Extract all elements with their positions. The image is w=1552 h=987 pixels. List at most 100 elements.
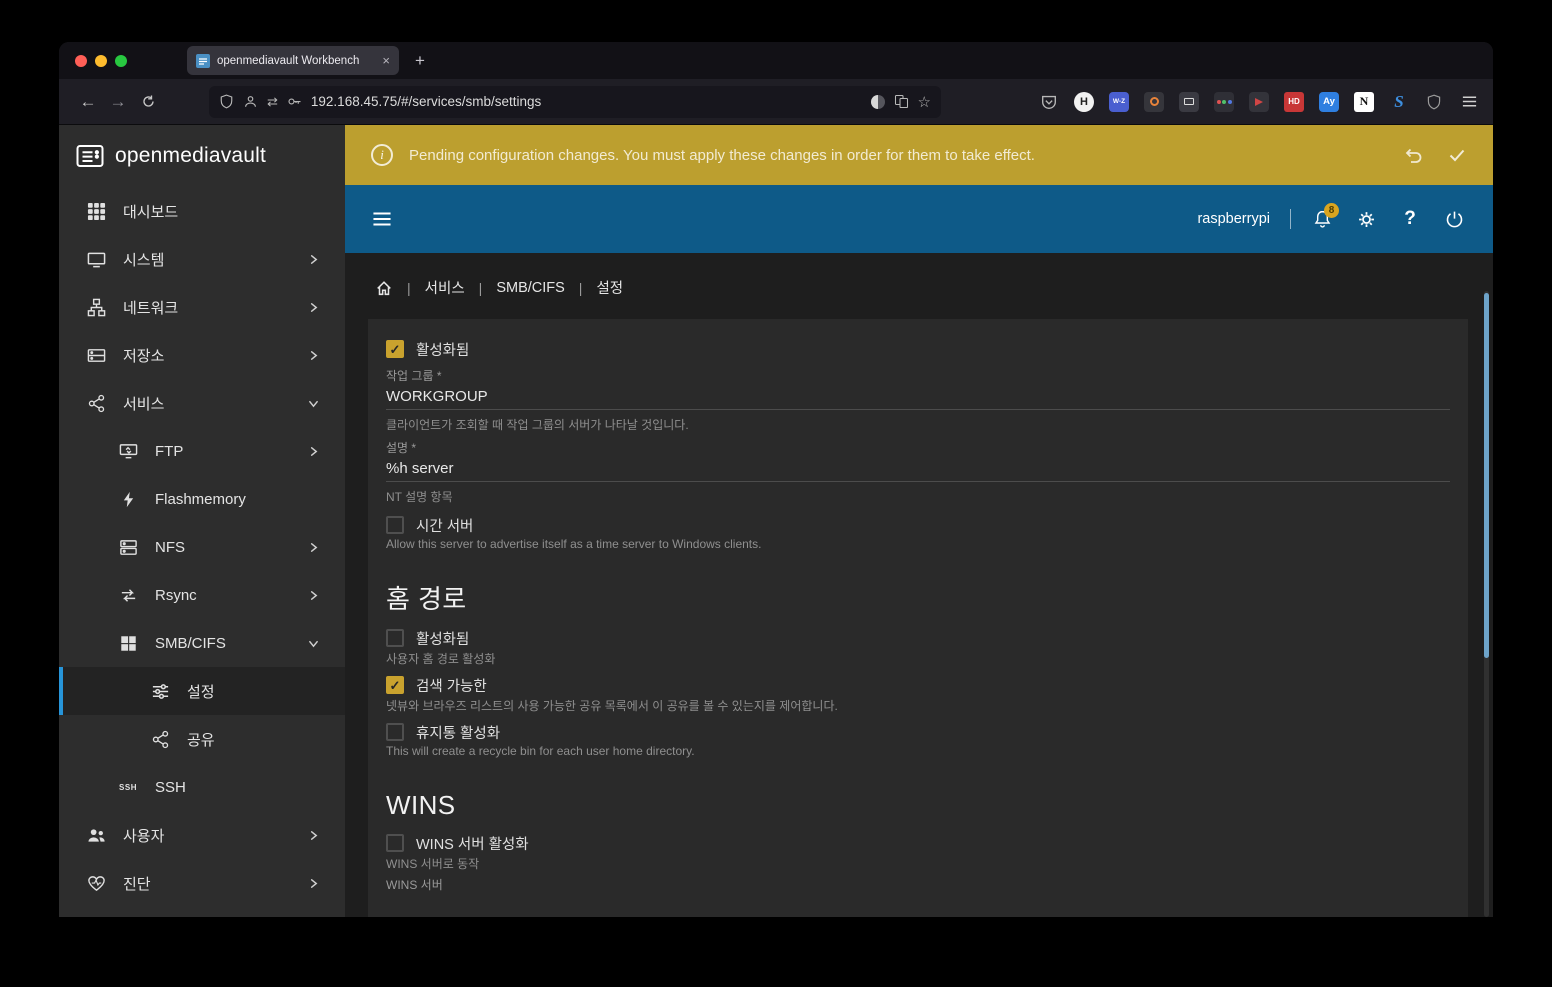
browseable-checkbox[interactable]: ✓ <box>386 676 404 694</box>
sidebar-item-smb-settings[interactable]: 설정 <box>59 667 345 715</box>
bookmark-star-icon[interactable]: ☆ <box>918 93 931 111</box>
hostname[interactable]: raspberrypi <box>1197 211 1270 227</box>
chevron-right-icon <box>308 446 319 457</box>
sidebar-item-nfs[interactable]: NFS <box>59 523 345 571</box>
darkmode-toggle-icon[interactable] <box>870 94 885 109</box>
wins-enable-hint: WINS 서버로 동작 <box>386 857 480 871</box>
enabled-row: ✓ 활성화됨 <box>386 339 1450 359</box>
sliders-icon <box>149 682 171 701</box>
sidebar-toggle-icon[interactable] <box>371 208 393 230</box>
address-bar[interactable]: ⇄ 192.168.45.75/#/services/smb/settings … <box>209 85 941 118</box>
nfs-server-icon <box>117 538 139 557</box>
extension-icon-h[interactable]: H <box>1074 91 1094 112</box>
sidebar-item-label: 진단 <box>123 875 151 893</box>
switch-arrows-icon[interactable]: ⇄ <box>267 94 278 110</box>
extension-icon-hd[interactable]: HD <box>1284 91 1304 112</box>
homes-enabled-checkbox[interactable]: ✓ <box>386 629 404 647</box>
sidebar-item-ssh[interactable]: SSH SSH <box>59 763 345 811</box>
notifications-bell-icon[interactable]: 8 <box>1309 202 1339 230</box>
shield-icon[interactable] <box>1424 92 1444 112</box>
browser-menu-icon[interactable] <box>1459 92 1479 112</box>
ftp-icon <box>117 442 139 461</box>
sidebar: openmediavault 대시보드 시스템 네트워크 저장소 서비스 FTP… <box>59 125 345 917</box>
check-icon: ✓ <box>389 677 401 693</box>
home-icon[interactable] <box>375 279 393 297</box>
power-icon[interactable] <box>1441 209 1467 230</box>
tab-close-icon[interactable]: × <box>382 53 390 68</box>
extension-icon-wz[interactable]: W-Z <box>1109 91 1129 112</box>
smb-settings-form: ✓ 활성화됨 작업 그룹 * WORKGROUP 클라이언트가 조회할 때 작업… <box>368 319 1468 917</box>
sidebar-item-rsync[interactable]: Rsync <box>59 571 345 619</box>
breadcrumb-separator: | <box>578 279 583 296</box>
enabled-checkbox[interactable]: ✓ <box>386 340 404 358</box>
storage-drive-icon <box>85 346 107 365</box>
monitor-icon <box>85 250 107 269</box>
breadcrumb-separator: | <box>407 279 411 296</box>
extension-icon-translate[interactable]: Ay <box>1319 91 1339 112</box>
app-content: openmediavault 대시보드 시스템 네트워크 저장소 서비스 FTP… <box>59 125 1493 917</box>
key-icon[interactable] <box>287 94 302 109</box>
apply-changes-icon[interactable] <box>1447 145 1467 165</box>
extension-icon-flag[interactable] <box>1249 91 1269 112</box>
tab-favicon <box>196 53 210 68</box>
sidebar-item-label: 저장소 <box>123 347 165 365</box>
timeserver-hint: Allow this server to advertise itself as… <box>386 537 762 551</box>
scrollbar-thumb[interactable] <box>1484 293 1489 658</box>
help-icon[interactable]: ? <box>1397 208 1423 230</box>
minimize-window-button[interactable] <box>95 54 107 67</box>
browseable-label: 검색 가능한 <box>416 678 487 695</box>
sidebar-item-services[interactable]: 서비스 <box>59 379 345 427</box>
sidebar-item-smb-shares[interactable]: 공유 <box>59 715 345 763</box>
wins-server-input[interactable] <box>386 893 1450 917</box>
breadcrumb-item-smb[interactable]: SMB/CIFS <box>496 280 564 296</box>
back-button[interactable]: ← <box>73 92 103 112</box>
sidebar-item-label: Flashmemory <box>155 490 246 508</box>
forward-button[interactable]: → <box>103 92 133 112</box>
recyclebin-checkbox[interactable]: ✓ <box>386 723 404 741</box>
description-input[interactable]: %h server <box>386 456 1450 482</box>
sidebar-item-users[interactable]: 사용자 <box>59 811 345 859</box>
maximize-window-button[interactable] <box>115 54 127 67</box>
sidebar-item-diagnostics[interactable]: 진단 <box>59 859 345 907</box>
sidebar-item-system[interactable]: 시스템 <box>59 235 345 283</box>
sidebar-item-flashmemory[interactable]: Flashmemory <box>59 475 345 523</box>
sidebar-item-label: 사용자 <box>123 827 165 845</box>
breadcrumb-item-settings[interactable]: 설정 <box>596 277 623 298</box>
timeserver-checkbox[interactable]: ✓ <box>386 516 404 534</box>
extension-icon-screenshot[interactable] <box>1179 91 1199 112</box>
sidebar-item-dashboard[interactable]: 대시보드 <box>59 187 345 235</box>
close-window-button[interactable] <box>75 54 87 67</box>
pocket-icon[interactable] <box>1039 92 1059 112</box>
reload-icon[interactable] <box>133 94 163 109</box>
chevron-down-icon <box>308 398 319 409</box>
breadcrumb: | 서비스 | SMB/CIFS | 설정 <box>345 253 1493 313</box>
sidebar-item-ftp[interactable]: FTP <box>59 427 345 475</box>
url-text: 192.168.45.75/#/services/smb/settings <box>310 94 542 109</box>
homes-section-heading: 홈 경로 <box>386 584 467 614</box>
extension-icon-keyhole[interactable] <box>1144 91 1164 112</box>
extension-icon-palette[interactable] <box>1214 91 1234 112</box>
tracking-shield-icon[interactable] <box>219 94 234 109</box>
sidebar-item-network[interactable]: 네트워크 <box>59 283 345 331</box>
workgroup-input[interactable]: WORKGROUP <box>386 384 1450 410</box>
sidebar-item-smb-cifs[interactable]: SMB/CIFS <box>59 619 345 667</box>
breadcrumb-item-services[interactable]: 서비스 <box>425 277 465 298</box>
permissions-person-icon[interactable] <box>243 94 258 109</box>
translate-pages-icon[interactable] <box>894 94 909 109</box>
extension-icon-s[interactable]: S <box>1389 92 1409 112</box>
users-icon <box>85 826 107 845</box>
undo-changes-icon[interactable] <box>1403 145 1423 165</box>
new-tab-button[interactable]: + <box>415 51 425 71</box>
chevron-right-icon <box>308 830 319 841</box>
browser-tab[interactable]: openmediavault Workbench × <box>187 46 399 75</box>
wins-enable-checkbox[interactable]: ✓ <box>386 834 404 852</box>
chevron-right-icon <box>308 590 319 601</box>
browser-toolbar: ← → ⇄ 192.168.45.75/#/services/smb/setti… <box>59 79 1493 125</box>
share-nodes-icon <box>149 730 171 749</box>
sidebar-item-storage[interactable]: 저장소 <box>59 331 345 379</box>
settings-gear-icon[interactable] <box>1353 209 1379 230</box>
recyclebin-label: 휴지통 활성화 <box>416 725 501 742</box>
wins-enable-label: WINS 서버 활성화 <box>416 836 529 853</box>
sidebar-item-label: SMB/CIFS <box>155 634 226 652</box>
extension-icon-notion[interactable]: N <box>1354 91 1374 112</box>
